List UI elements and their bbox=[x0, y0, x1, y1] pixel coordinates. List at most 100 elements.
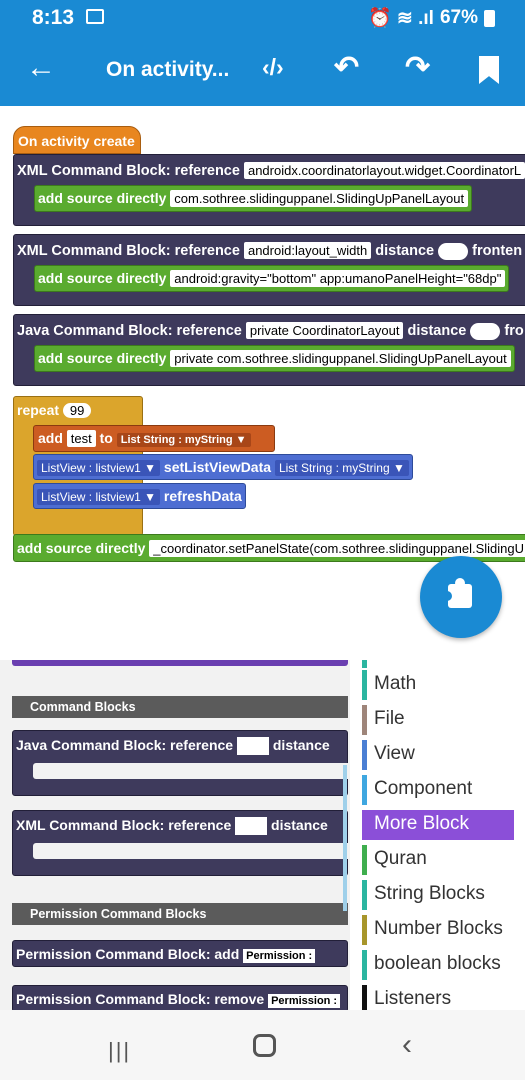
category-item-file[interactable]: File bbox=[362, 705, 514, 735]
category-color-bar bbox=[362, 915, 367, 945]
reference-field[interactable]: private CoordinatorLayout bbox=[245, 322, 404, 339]
category-item-component[interactable]: Component bbox=[362, 775, 514, 805]
category-label: View bbox=[374, 743, 415, 764]
refresh-data-block[interactable]: ListView : listview1 ▼ refreshData bbox=[33, 483, 246, 509]
category-item-math[interactable]: Math bbox=[362, 670, 514, 700]
method-label: refreshData bbox=[163, 488, 242, 504]
clock: 8:13 bbox=[32, 6, 75, 29]
permission-add-block-template[interactable]: Permission Command Block: add Permission… bbox=[12, 940, 348, 967]
category-label: Listeners bbox=[374, 988, 452, 1009]
block-label: add source directly bbox=[38, 350, 167, 366]
undo-icon[interactable]: ↶ bbox=[334, 50, 359, 85]
block-label: add bbox=[38, 430, 63, 446]
bookmark-icon[interactable] bbox=[479, 56, 499, 84]
category-label: Quran bbox=[374, 848, 427, 869]
repeat-label: repeat bbox=[17, 402, 60, 418]
block-label: Permission Command Block: remove bbox=[16, 991, 265, 1007]
back-arrow-icon[interactable]: ← bbox=[26, 51, 56, 85]
block-palette[interactable]: Command Blocks Java Command Block: refer… bbox=[0, 660, 350, 1010]
java-command-block[interactable]: Java Command Block: reference private Co… bbox=[13, 314, 525, 386]
recent-apps-icon[interactable]: ||| bbox=[108, 1038, 131, 1064]
block-label: add source directly bbox=[38, 270, 167, 286]
distance-label: distance bbox=[407, 323, 467, 339]
system-nav-bar: ||| ‹ bbox=[0, 1010, 525, 1080]
distance-label: distance bbox=[271, 817, 328, 833]
to-label: to bbox=[99, 430, 113, 446]
page-title: On activity... bbox=[106, 58, 230, 81]
list-dropdown[interactable]: List String : myString ▼ bbox=[274, 460, 409, 476]
category-label: More Block bbox=[374, 813, 470, 834]
permission-field[interactable]: Permission : bbox=[268, 994, 341, 1008]
category-color-bar bbox=[362, 670, 367, 700]
source-field[interactable]: private com.sothree.slidinguppanel.Slidi… bbox=[170, 350, 511, 367]
repeat-count-field[interactable]: 99 bbox=[62, 403, 92, 418]
add-source-block[interactable]: add source directly com.sothree.slidingu… bbox=[34, 185, 473, 212]
category-color-bar bbox=[362, 740, 367, 770]
distance-label: distance bbox=[375, 243, 435, 259]
status-bar: 8:13 ⏰ ≋ .ıl 67% bbox=[0, 0, 525, 36]
category-item-string-blocks[interactable]: String Blocks bbox=[362, 880, 514, 910]
category-color-bar bbox=[362, 810, 367, 840]
block-label: Java Command Block: reference bbox=[16, 737, 234, 753]
value-field[interactable]: test bbox=[66, 430, 96, 447]
reference-field[interactable] bbox=[236, 737, 269, 756]
back-icon[interactable]: ‹ bbox=[402, 1028, 412, 1062]
section-header: Permission Command Blocks bbox=[12, 903, 348, 925]
puzzle-icon bbox=[442, 578, 472, 608]
battery-level: 67% bbox=[439, 7, 478, 28]
category-item-number-blocks[interactable]: Number Blocks bbox=[362, 915, 514, 945]
block-label: add source directly bbox=[17, 540, 146, 556]
category-label: Number Blocks bbox=[374, 918, 503, 939]
java-command-block-template[interactable]: Java Command Block: reference distance bbox=[12, 730, 350, 796]
block-label: XML Command Block: reference bbox=[17, 163, 240, 179]
block-label: XML Command Block: reference bbox=[17, 243, 240, 259]
category-toolbox: Math File View Component More Block Qura… bbox=[350, 660, 525, 1010]
source-field[interactable]: android:gravity="bottom" app:umanoPanelH… bbox=[170, 270, 506, 287]
listview-dropdown[interactable]: ListView : listview1 ▼ bbox=[37, 489, 161, 505]
reference-field[interactable] bbox=[235, 817, 268, 836]
on-activity-create-event-block[interactable]: On activity create bbox=[13, 126, 141, 154]
add-source-block[interactable]: add source directly private com.sothree.… bbox=[34, 345, 515, 372]
block-label: Java Command Block: reference bbox=[17, 323, 242, 339]
xml-command-block-template[interactable]: XML Command Block: reference distance bbox=[12, 810, 350, 876]
reference-field[interactable]: android:layout_width bbox=[243, 242, 372, 259]
extra-label: fro bbox=[504, 323, 524, 339]
xml-command-block[interactable]: XML Command Block: reference androidx.co… bbox=[13, 154, 525, 226]
distance-field[interactable] bbox=[438, 242, 469, 260]
category-item-listeners[interactable]: Listeners bbox=[362, 985, 514, 1010]
set-listview-data-block[interactable]: ListView : listview1 ▼ setListViewData L… bbox=[33, 454, 413, 480]
reference-field[interactable]: androidx.coordinatorlayout.widget.Coordi… bbox=[243, 162, 525, 179]
xml-command-block[interactable]: XML Command Block: reference android:lay… bbox=[13, 234, 525, 306]
add-source-block[interactable]: add source directly android:gravity="bot… bbox=[34, 265, 510, 292]
distance-field[interactable] bbox=[470, 322, 501, 340]
extra-label: fronten bbox=[472, 243, 523, 259]
category-color-bar bbox=[362, 950, 367, 980]
list-dropdown[interactable]: List String : myString ▼ bbox=[116, 433, 251, 447]
permission-remove-block-template[interactable]: Permission Command Block: remove Permiss… bbox=[12, 985, 348, 1010]
source-field[interactable]: com.sothree.slidinguppanel.SlidingUpPane… bbox=[170, 190, 469, 207]
source-field[interactable]: _coordinator.setPanelState(com.sothree.s… bbox=[149, 540, 525, 557]
add-block-fab[interactable] bbox=[420, 556, 502, 638]
category-item-previous[interactable] bbox=[362, 660, 514, 668]
image-notification-icon bbox=[86, 9, 104, 24]
category-item-boolean-blocks[interactable]: boolean blocks bbox=[362, 950, 514, 980]
block-label: XML Command Block: reference bbox=[16, 817, 232, 833]
alarm-wifi-signal-icon: ⏰ ≋ .ıl bbox=[367, 8, 434, 29]
listview-dropdown[interactable]: ListView : listview1 ▼ bbox=[37, 460, 161, 476]
block-label: add source directly bbox=[38, 190, 167, 206]
category-item-more-block[interactable]: More Block bbox=[362, 810, 514, 840]
category-color-bar bbox=[362, 985, 367, 1010]
palette-scrollbar[interactable] bbox=[343, 765, 347, 911]
category-label: Math bbox=[374, 673, 417, 694]
category-label: String Blocks bbox=[374, 883, 485, 904]
category-color-bar bbox=[362, 660, 367, 668]
redo-icon[interactable]: ↷ bbox=[405, 50, 430, 85]
category-item-view[interactable]: View bbox=[362, 740, 514, 770]
statement-slot bbox=[33, 843, 350, 859]
category-item-quran[interactable]: Quran bbox=[362, 845, 514, 875]
permission-field[interactable]: Permission : bbox=[243, 949, 316, 963]
add-to-list-block[interactable]: add test to List String : myString ▼ bbox=[33, 425, 275, 452]
palette-block[interactable] bbox=[12, 660, 348, 666]
code-icon[interactable]: ‹/› bbox=[262, 54, 284, 81]
home-icon[interactable] bbox=[253, 1034, 276, 1057]
